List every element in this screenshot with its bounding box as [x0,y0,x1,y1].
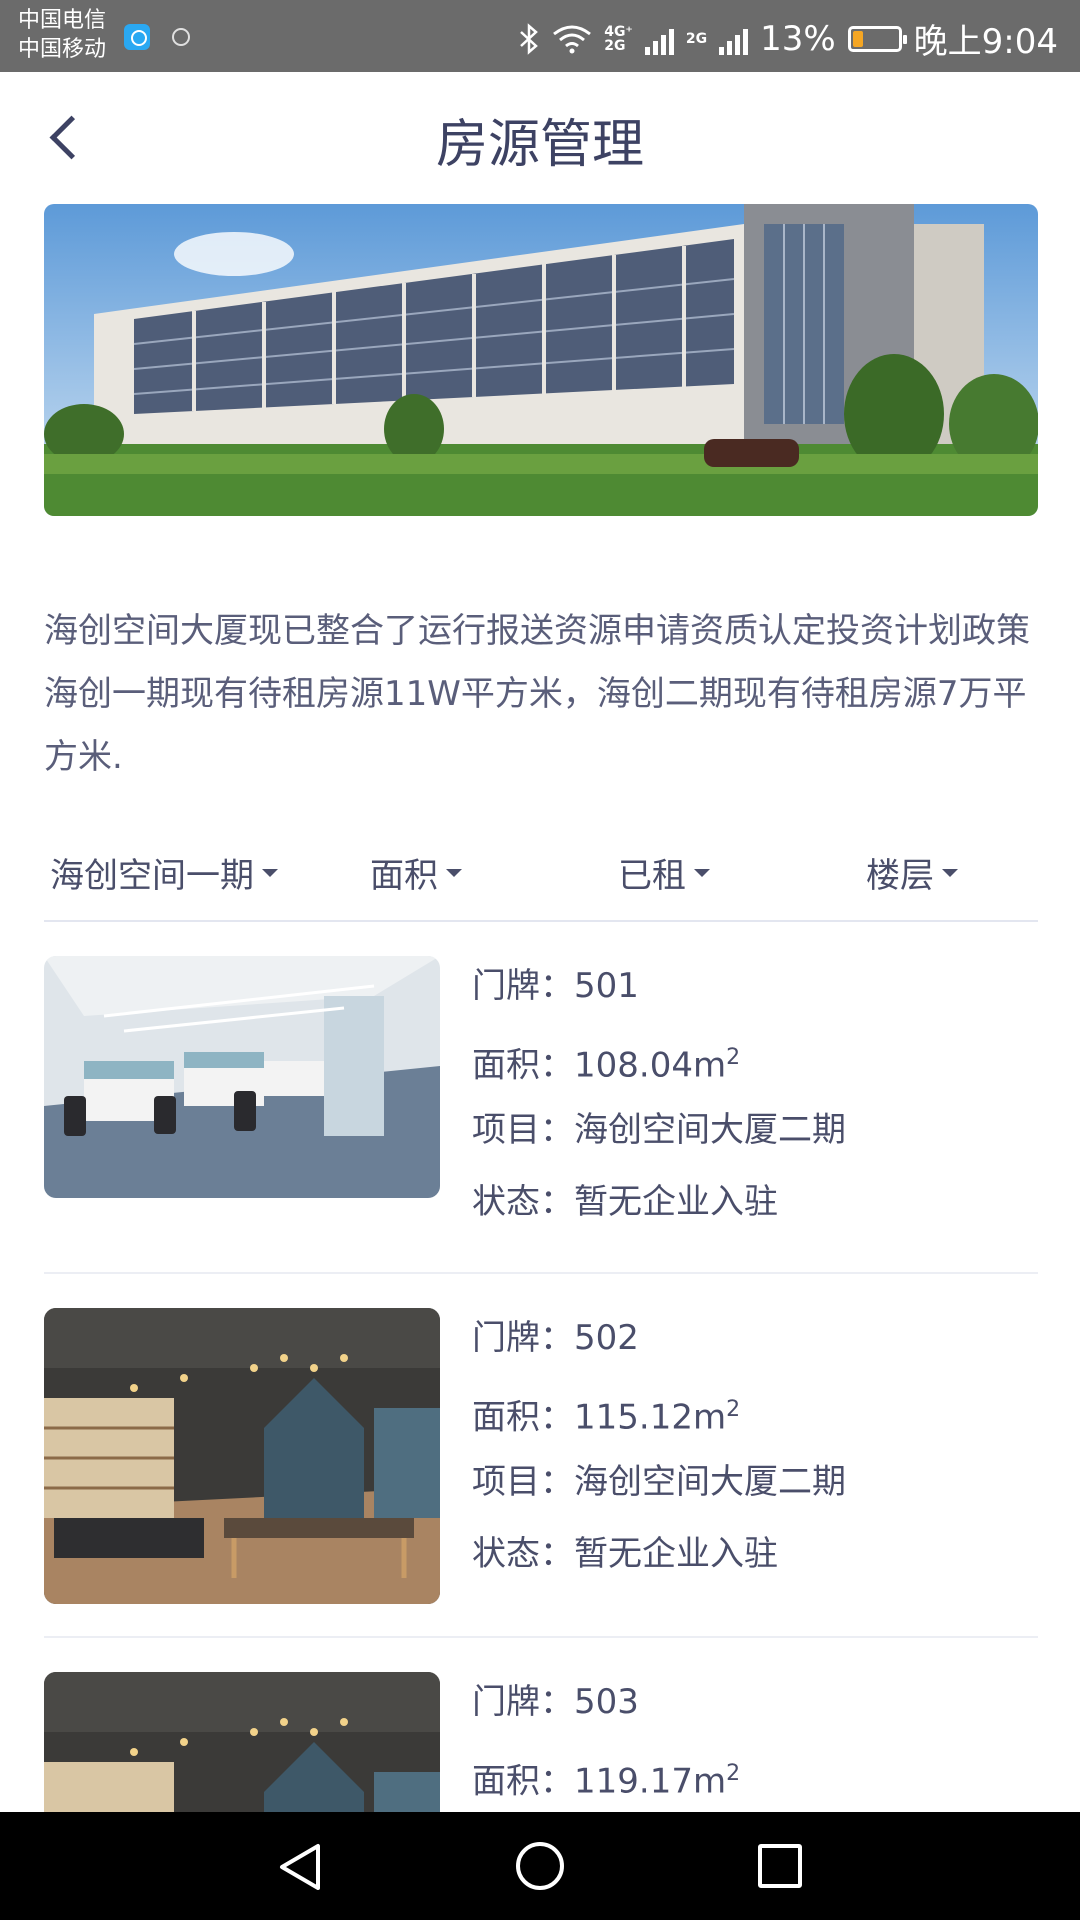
nav-recent-apps-icon[interactable] [758,1844,802,1888]
filter-project-dropdown[interactable]: 海创空间一期 [50,848,278,897]
filter-area-dropdown[interactable]: 面积 [370,848,462,897]
caret-down-icon [942,868,958,877]
caret-down-icon [262,868,278,877]
door-row: 门牌：503 [472,1682,639,1722]
nav-back-icon[interactable] [276,1842,326,1892]
listing-info: 门牌：502 面积：115.12m2 项目：海创空间大厦二期 状态：暂无企业入驻 [472,1302,846,1590]
status-row: 状态：暂无企业入驻 [472,1534,778,1574]
carrier-1: 中国电信 [18,8,107,33]
qq-notification-icon [124,24,150,50]
carrier-2: 中国移动 [18,37,107,62]
network-type-2: 2G [685,30,708,47]
listing-info: 门牌：501 面积：108.04m2 项目：海创空间大厦二期 状态：暂无企业入驻 [472,950,846,1238]
bluetooth-icon [520,22,539,55]
area-value: 119.17 [574,1761,693,1802]
app-header: 房源管理 [0,72,1080,202]
door-number: 501 [574,966,639,1006]
area-value: 108.04 [574,1045,693,1086]
system-navigation-bar [0,1812,1080,1920]
area-row: 面积：108.04m2 [472,1045,741,1086]
office-photo [44,1308,440,1604]
project-value: 海创空间大厦二期 [574,1110,846,1150]
project-value: 海创空间大厦二期 [574,1462,846,1502]
filter-label: 海创空间一期 [50,856,254,896]
nav-home-icon[interactable] [516,1842,564,1890]
project-description: 海创空间大厦现已整合了运行报送资源申请资质认定投资计划政策海创一期现有待租房源1… [44,611,1030,777]
page-title: 房源管理 [435,115,644,175]
office-photo [44,1672,440,1812]
filter-label: 已租 [618,856,686,896]
listing-item[interactable]: 门牌：501 面积：108.04m2 项目：海创空间大厦二期 状态：暂无企业入驻 [44,922,1038,1274]
caret-down-icon [446,868,462,877]
battery-icon [847,25,907,52]
clock: 晚上9:04 [913,22,1058,62]
status-row: 状态：暂无企业入驻 [472,1182,778,1222]
caret-down-icon [694,868,710,877]
listing-item[interactable]: 门牌：502 面积：115.12m2 项目：海创空间大厦二期 状态：暂无企业入驻 [44,1274,1038,1638]
filter-label: 楼层 [866,856,934,896]
door-row: 门牌：501 [472,966,639,1006]
area-row: 面积：115.12m2 [472,1397,741,1438]
signal-strength-icon-2 [719,23,749,55]
door-number: 502 [574,1318,639,1358]
office-photo [44,956,440,1198]
status-value: 暂无企业入驻 [574,1534,778,1574]
filter-rented-dropdown[interactable]: 已租 [618,848,710,897]
door-row: 门牌：502 [472,1318,639,1358]
listing-info: 门牌：503 面积：119.17m2 [472,1666,740,1810]
project-row: 项目：海创空间大厦二期 [472,1110,846,1150]
sync-icon [172,28,190,46]
filter-bar: 海创空间一期 面积 已租 楼层 [44,838,1038,922]
battery-percent: 13% [760,18,836,59]
area-row: 面积：119.17m2 [472,1761,741,1802]
area-value: 115.12 [574,1397,693,1438]
listing-item[interactable]: 门牌：503 面积：119.17m2 [44,1638,1038,1812]
status-bar: 中国电信 中国移动 4G⁺ 2G 2G 13% 晚上9:04 [0,0,1080,72]
project-row: 项目：海创空间大厦二期 [472,1462,846,1502]
building-banner-image [44,204,1038,516]
carrier-info: 中国电信 中国移动 [18,6,106,64]
filter-label: 面积 [370,856,438,896]
door-number: 503 [574,1682,639,1722]
signal-strength-icon-1 [644,23,674,55]
status-value: 暂无企业入驻 [574,1182,778,1222]
filter-floor-dropdown[interactable]: 楼层 [866,848,958,897]
wifi-icon [553,25,592,53]
network-type-1: 4G⁺ 2G [604,23,633,54]
